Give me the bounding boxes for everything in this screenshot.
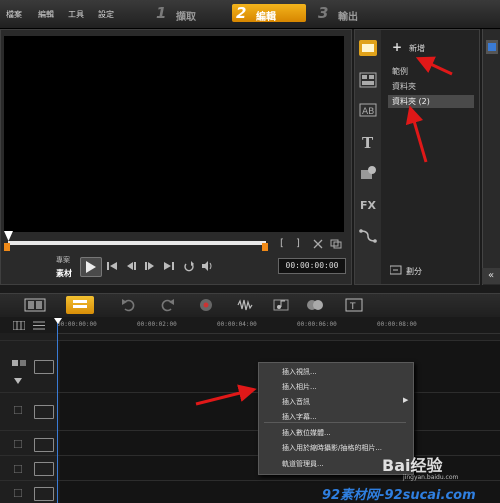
annotation-arrow-menu <box>195 384 257 406</box>
annotation-arrows <box>195 56 453 406</box>
annotation-arrow-folder <box>405 105 428 163</box>
annotation-arrow-add <box>415 56 453 76</box>
